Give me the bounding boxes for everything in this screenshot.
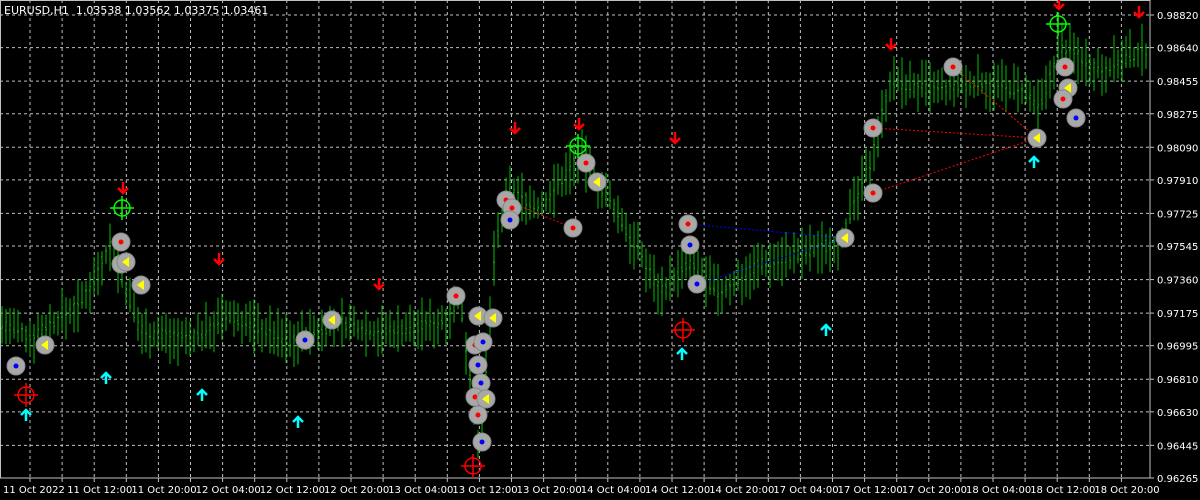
marker-dot: [507, 217, 513, 223]
marker-dot: [1073, 115, 1079, 121]
time-tick-label: 17 Oct 04:00: [773, 485, 838, 496]
price-tick-label: 0.97175: [1157, 309, 1198, 320]
signal-marker[interactable]: [35, 335, 55, 355]
marker-dot: [870, 125, 876, 131]
signal-marker[interactable]: [295, 330, 315, 350]
time-tick-label: 11 Oct 20:00: [131, 485, 196, 496]
signal-marker[interactable]: [1066, 108, 1086, 128]
time-tick-label: 12 Oct 20:00: [324, 485, 389, 496]
marker-dot: [302, 337, 308, 343]
marker-dot: [1062, 64, 1068, 70]
price-chart[interactable]: 0.98820 0.98640 0.98455 0.98275 0.98090 0.979…: [0, 0, 1200, 500]
marker-dot: [118, 239, 124, 245]
price-tick-label: 0.97725: [1157, 209, 1198, 220]
signal-marker[interactable]: [468, 405, 488, 425]
signal-marker[interactable]: [687, 274, 707, 294]
time-tick-label: 13 Oct 04:00: [388, 485, 453, 496]
time-tick-label: 11 Oct 2022: [3, 485, 65, 496]
signal-marker[interactable]: [1053, 89, 1073, 109]
chart-background: [0, 0, 1200, 500]
time-tick-label: 17 Oct 20:00: [902, 485, 967, 496]
signal-marker[interactable]: [500, 210, 520, 230]
time-tick-label: 13 Oct 20:00: [517, 485, 582, 496]
marker-dot: [685, 221, 691, 227]
signal-marker[interactable]: [473, 332, 493, 352]
signal-marker[interactable]: [131, 275, 151, 295]
signal-marker[interactable]: [678, 214, 698, 234]
time-tick-label: 14 Oct 12:00: [645, 485, 710, 496]
signal-marker[interactable]: [835, 228, 855, 248]
marker-dot: [480, 339, 486, 345]
signal-marker[interactable]: [116, 252, 136, 272]
marker-dot: [478, 380, 484, 386]
signal-marker[interactable]: [680, 235, 700, 255]
time-tick-label: 13 Oct 12:00: [452, 485, 517, 496]
time-tick-label: 18 Oct 20:00: [1094, 485, 1159, 496]
marker-dot: [583, 160, 589, 166]
time-tick-label: 18 Oct 12:00: [1030, 485, 1095, 496]
marker-dot: [694, 281, 700, 287]
marker-dot: [479, 439, 485, 445]
marker-dot: [475, 412, 481, 418]
price-tick-label: 0.96995: [1157, 342, 1198, 353]
price-tick-label: 0.97545: [1157, 242, 1198, 253]
signal-marker[interactable]: [587, 172, 607, 192]
signal-marker[interactable]: [863, 183, 883, 203]
price-tick-label: 0.98640: [1157, 44, 1198, 55]
time-tick-label: 17 Oct 12:00: [838, 485, 903, 496]
marker-dot: [475, 362, 481, 368]
symbol-info-label: EURUSD,H1 1.03538 1.03562 1.03375 1.0346…: [4, 4, 269, 17]
marker-dot: [453, 293, 459, 299]
price-tick-label: 0.98820: [1157, 11, 1198, 22]
signal-marker[interactable]: [943, 57, 963, 77]
signal-marker[interactable]: [472, 432, 492, 452]
time-tick-label: 14 Oct 04:00: [581, 485, 646, 496]
signal-marker[interactable]: [468, 355, 488, 375]
price-tick-label: 0.96265: [1157, 474, 1198, 485]
price-tick-label: 0.97360: [1157, 276, 1198, 287]
time-tick-label: 12 Oct 04:00: [196, 485, 261, 496]
time-tick-label: 12 Oct 12:00: [260, 485, 325, 496]
chart-window[interactable]: EURUSD,H1 1.03538 1.03562 1.03375 1.0346…: [0, 0, 1200, 500]
marker-dot: [950, 64, 956, 70]
marker-dot: [1060, 96, 1066, 102]
price-tick-label: 0.98090: [1157, 143, 1198, 154]
signal-marker[interactable]: [322, 310, 342, 330]
signal-marker[interactable]: [1027, 128, 1047, 148]
signal-marker[interactable]: [476, 389, 496, 409]
signal-marker[interactable]: [1055, 57, 1075, 77]
signal-marker[interactable]: [446, 286, 466, 306]
price-tick-label: 0.96810: [1157, 375, 1198, 386]
time-tick-label: 11 Oct 12:00: [67, 485, 132, 496]
signal-marker[interactable]: [483, 308, 503, 328]
time-tick-label: 14 Oct 20:00: [709, 485, 774, 496]
signal-marker[interactable]: [6, 356, 26, 376]
marker-dot: [509, 205, 515, 211]
time-tick-label: 18 Oct 04:00: [966, 485, 1031, 496]
price-tick-label: 0.97910: [1157, 176, 1198, 187]
price-tick-label: 0.98455: [1157, 77, 1198, 88]
signal-marker[interactable]: [111, 232, 131, 252]
signal-marker[interactable]: [863, 118, 883, 138]
price-tick-label: 0.96445: [1157, 441, 1198, 452]
signal-marker[interactable]: [563, 218, 583, 238]
signal-marker[interactable]: [576, 153, 596, 173]
price-tick-label: 0.96630: [1157, 408, 1198, 419]
marker-dot: [687, 242, 693, 248]
price-tick-label: 0.98275: [1157, 110, 1198, 121]
marker-dot: [570, 225, 576, 231]
marker-dot: [870, 190, 876, 196]
marker-dot: [13, 363, 19, 369]
